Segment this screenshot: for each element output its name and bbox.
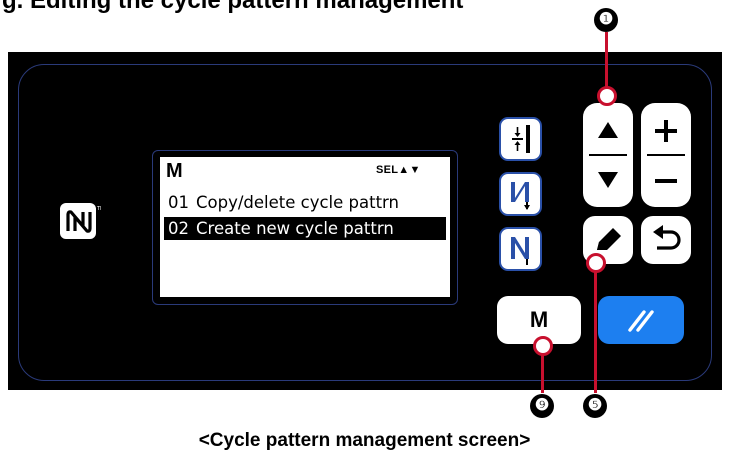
lcd-screen: M SEL▲▼ 01 Copy/delete cycle pattrn 02 Cre… [160, 157, 450, 297]
callout-dot [533, 336, 553, 356]
key-divider [589, 154, 627, 156]
callout-dot [586, 253, 606, 273]
item-label: Copy/delete cycle pattrn [196, 193, 400, 212]
callout-line [594, 271, 597, 393]
callout-number-5: ❺ [583, 394, 607, 418]
presser-foot-icon [512, 125, 530, 153]
up-arrow-icon[interactable] [596, 120, 620, 140]
thread-clamp-key[interactable] [499, 172, 542, 216]
callout-line [541, 354, 544, 393]
plus-minus-key[interactable] [641, 103, 691, 207]
up-down-key[interactable] [583, 103, 633, 207]
return-icon [653, 225, 681, 250]
callout-line [605, 32, 608, 94]
screen-caption: <Cycle pattern management screen> [198, 430, 531, 451]
mode-label: M [166, 160, 183, 182]
item-number: 01 [168, 193, 189, 212]
thread-clamp-icon [511, 182, 530, 210]
presser-foot-key[interactable] [499, 117, 542, 161]
section-heading: g. Editing the cycle pattern management [2, 0, 464, 14]
sel-indicator: SEL▲▼ [376, 164, 421, 176]
svg-text:TM: TM [96, 206, 101, 212]
return-key[interactable] [641, 216, 691, 264]
item-label: Create new cycle pattrn [196, 219, 394, 238]
clear-slash-icon [628, 310, 654, 332]
item-number: 02 [168, 219, 189, 238]
needle-key[interactable] [499, 227, 542, 271]
callout-number-9: ❾ [530, 394, 554, 418]
nfc-icon: TM [57, 200, 104, 244]
list-item-selected[interactable]: 02 Create new cycle pattrn [164, 217, 446, 240]
callout-number-1: ❶ [594, 8, 618, 32]
minus-icon[interactable] [652, 167, 680, 195]
down-arrow-icon[interactable] [596, 170, 620, 190]
needle-n-icon [511, 237, 529, 265]
plus-icon[interactable] [652, 117, 680, 145]
key-divider [647, 154, 685, 156]
clear-key[interactable] [598, 296, 684, 344]
callout-dot [597, 86, 617, 106]
list-item[interactable]: 01 Copy/delete cycle pattrn [164, 191, 446, 214]
